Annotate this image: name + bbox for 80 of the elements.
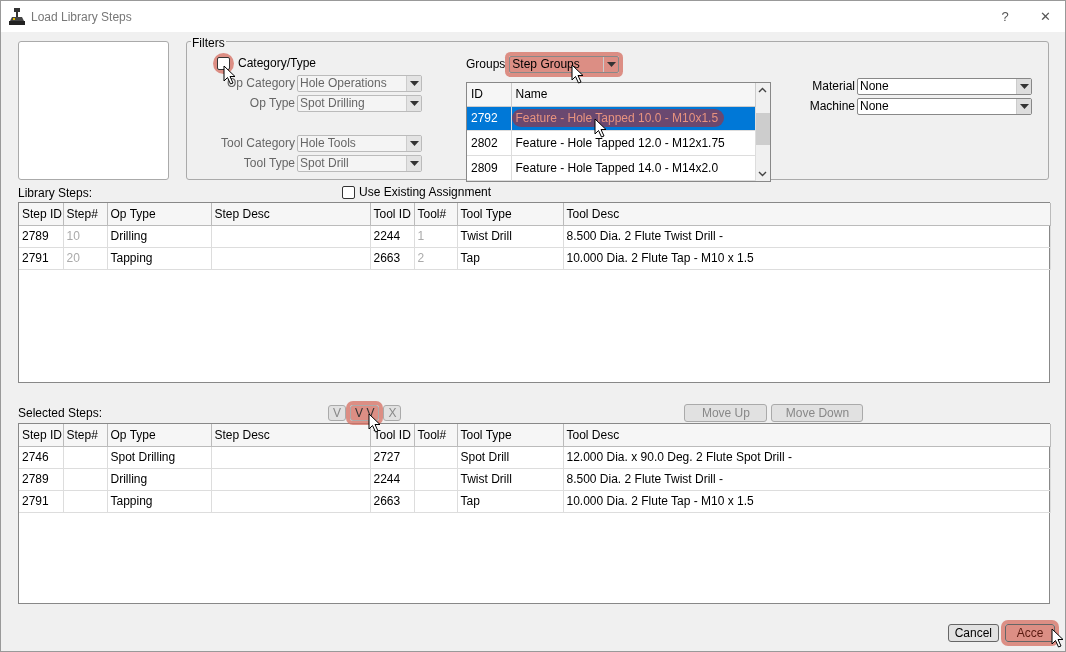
table-cell: 2791 — [19, 490, 63, 512]
table-cell[interactable]: Feature - Hole Tapped 12.0 - M12x1.75 — [515, 136, 725, 151]
field-label: Op Type — [248, 95, 296, 112]
table-cell: 2727 — [370, 446, 414, 468]
table-cell: 2244 — [370, 468, 414, 490]
column-header[interactable]: Op Type — [107, 203, 211, 225]
table-cell: Drilling — [107, 468, 211, 490]
table-cell: 1 — [414, 225, 457, 247]
table-cell: 10 — [63, 225, 107, 247]
table-cell[interactable]: Feature - Hole Tapped 14.0 - M14x2.0 — [515, 161, 719, 176]
field-label: Tool Category — [219, 135, 296, 152]
dropdown-arrow-icon — [409, 80, 419, 86]
table-cell: Tapping — [107, 247, 211, 269]
table-cell: 10.000 Dia. 2 Flute Tap - M10 x 1.5 — [563, 247, 1050, 269]
field-label: Material — [812, 78, 856, 95]
field-label: Op Category — [225, 75, 296, 92]
column-header[interactable]: Tool Desc — [563, 424, 1050, 446]
table-cell: Drilling — [107, 225, 211, 247]
table-cell: Spot Drilling — [107, 446, 211, 468]
column-header[interactable]: Tool ID — [370, 424, 414, 446]
column-header[interactable]: Name — [511, 83, 755, 107]
table-cell: Spot Drill — [457, 446, 563, 468]
table-cell: 2663 — [370, 490, 414, 512]
table-cell: Tap — [457, 247, 563, 269]
app-icon — [9, 8, 25, 25]
column-header[interactable]: Tool# — [414, 203, 457, 225]
table-cell[interactable]: 2792 — [467, 106, 511, 131]
dialog-button[interactable]: Cancel — [947, 624, 999, 642]
scroll-down-icon[interactable] — [758, 171, 768, 177]
column-header[interactable]: Step ID — [19, 203, 63, 225]
dropdown-arrow-icon — [409, 140, 419, 146]
column-header[interactable]: Tool Desc — [563, 203, 1050, 225]
table-cell: 12.000 Dia. x 90.0 Deg. 2 Flute Spot Drill - — [563, 446, 1050, 468]
table-cell: 8.500 Dia. 2 Flute Twist Drill - — [563, 225, 1050, 247]
table-cell[interactable]: 2802 — [467, 130, 511, 156]
table-cell: Tap — [457, 490, 563, 512]
dropdown-arrow-icon — [409, 100, 419, 106]
field-label: Machine — [809, 98, 856, 115]
column-header[interactable]: ID — [467, 83, 511, 107]
table-cell: Tapping — [107, 490, 211, 512]
dropdown[interactable]: None — [857, 97, 1032, 115]
checkbox-label: Category/Type — [238, 55, 317, 72]
checkbox-label: Use Existing Assignment — [359, 184, 492, 201]
column-header[interactable]: Step# — [63, 424, 107, 446]
section-label: Selected Steps: — [18, 404, 103, 422]
dropdown-arrow-icon — [606, 61, 616, 67]
column-header[interactable]: Step Desc — [211, 424, 370, 446]
close-button[interactable]: ✕ — [1025, 6, 1065, 27]
column-header[interactable]: Tool ID — [370, 203, 414, 225]
table-cell: 2789 — [19, 225, 63, 247]
table-cell: Twist Drill — [457, 468, 563, 490]
dropdown-arrow-icon — [409, 160, 419, 166]
table-cell: 2 — [414, 247, 457, 269]
column-header[interactable]: Step ID — [19, 424, 63, 446]
window-title: Load Library Steps — [31, 8, 132, 26]
field-label: Tool Type — [242, 155, 296, 172]
help-button[interactable]: ? — [985, 6, 1025, 27]
dropdown[interactable]: None — [857, 77, 1032, 95]
table-cell: 2789 — [19, 468, 63, 490]
table-cell: 8.500 Dia. 2 Flute Twist Drill - — [563, 468, 1050, 490]
table-cell[interactable]: 2809 — [467, 155, 511, 181]
checkbox[interactable] — [342, 185, 356, 199]
column-header[interactable]: Tool Type — [457, 424, 563, 446]
table-cell: 2791 — [19, 247, 63, 269]
dropdown-arrow-icon — [1019, 83, 1029, 89]
column-header[interactable]: Step# — [63, 203, 107, 225]
table-cell: Twist Drill — [457, 225, 563, 247]
table-cell: 2663 — [370, 247, 414, 269]
column-header[interactable]: Tool# — [414, 424, 457, 446]
column-header[interactable]: Op Type — [107, 424, 211, 446]
column-header[interactable]: Step Desc — [211, 203, 370, 225]
table-cell: 2244 — [370, 225, 414, 247]
column-header[interactable]: Tool Type — [457, 203, 563, 225]
field-label: Groups — [466, 56, 506, 73]
section-label: Library Steps: — [18, 185, 93, 202]
dropdown-arrow-icon — [1019, 103, 1029, 109]
scroll-up-icon[interactable] — [758, 87, 768, 93]
table-cell: 10.000 Dia. 2 Flute Tap - M10 x 1.5 — [563, 490, 1050, 512]
table-cell: 20 — [63, 247, 107, 269]
table-cell: 2746 — [19, 446, 63, 468]
